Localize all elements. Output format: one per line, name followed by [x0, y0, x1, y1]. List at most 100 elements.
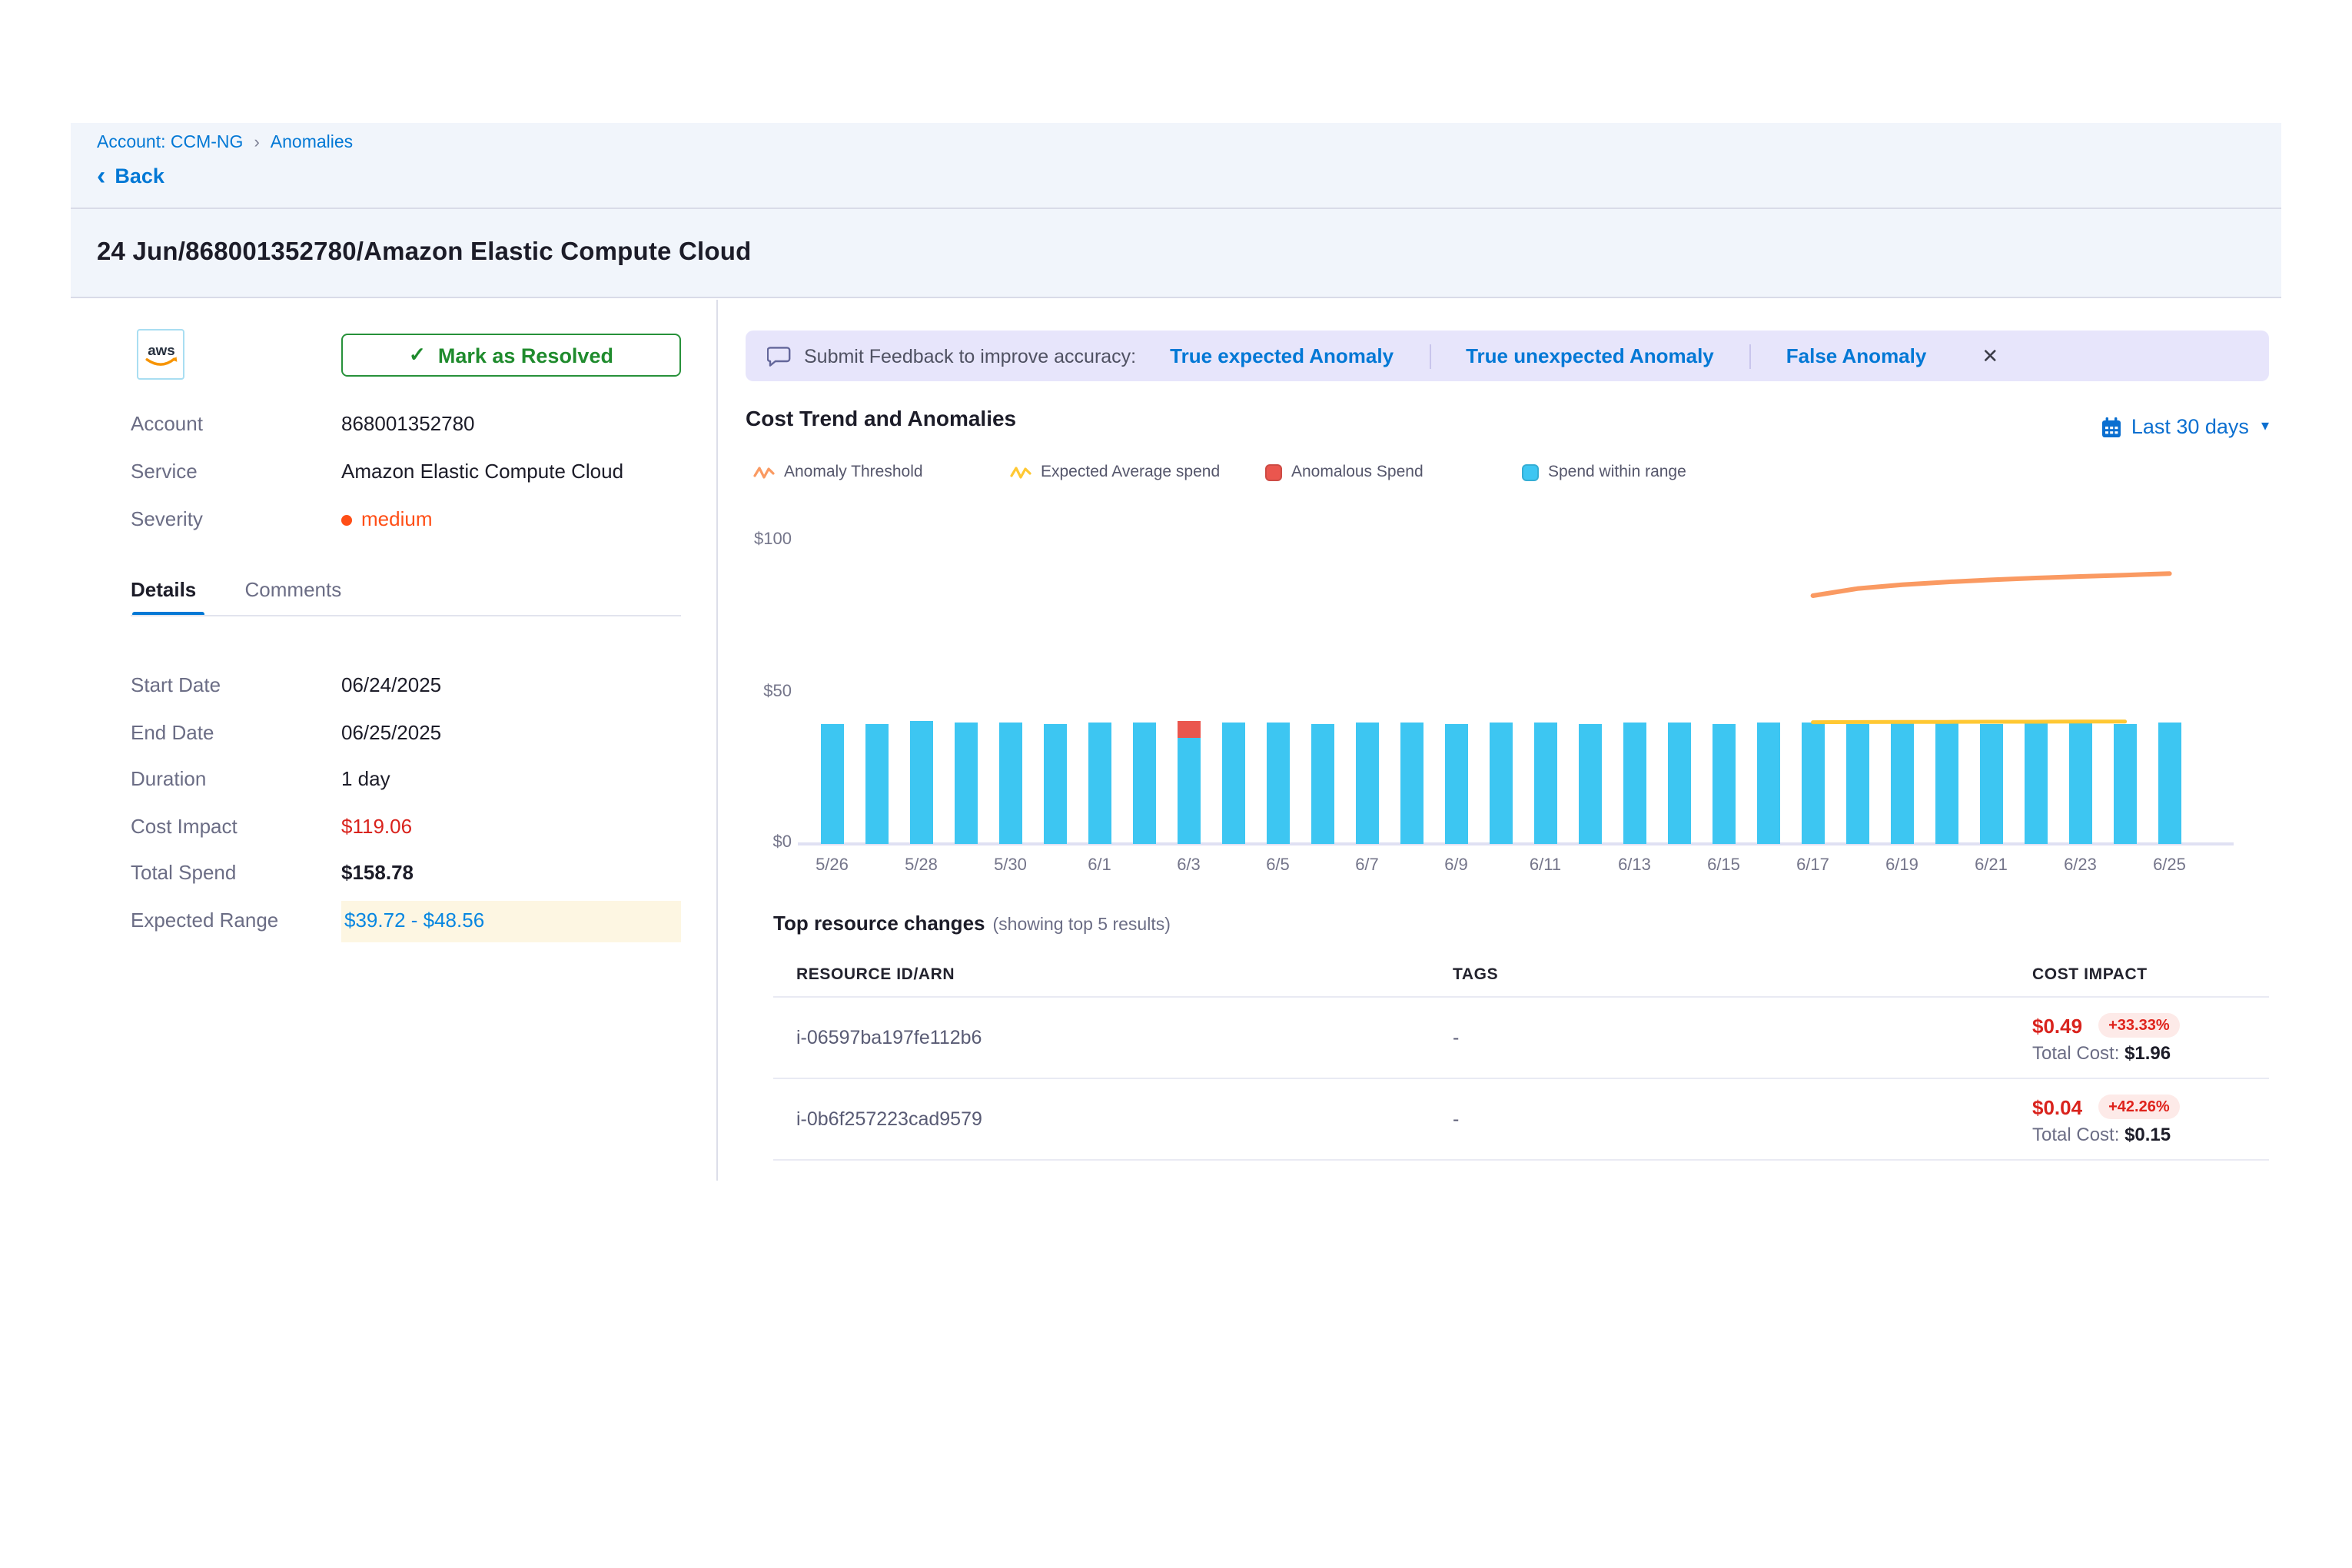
y-axis-label: $50	[699, 682, 792, 700]
total-cost-value: $1.96	[2124, 1042, 2171, 1064]
legend-label: Expected Average spend	[1041, 463, 1220, 481]
date-range-selector[interactable]: Last 30 days ▾	[2102, 415, 2269, 438]
feedback-options: True expected Anomaly True unexpected Ano…	[1170, 344, 1926, 368]
table-header-row: RESOURCE ID/ARN TAGS COST IMPACT	[773, 953, 2269, 998]
aws-provider-icon: aws	[137, 329, 184, 380]
total-spend-label: Total Spend	[131, 861, 341, 885]
severity-value: medium	[361, 507, 433, 532]
x-axis-label: 6/5	[1244, 856, 1312, 875]
end-date-label: End Date	[131, 720, 341, 745]
col-cost-impact: COST IMPACT	[2032, 965, 2269, 984]
x-axis-label: 6/17	[1779, 856, 1847, 875]
check-icon: ✓	[409, 343, 426, 367]
back-label: Back	[115, 164, 164, 188]
severity-dot-icon	[341, 514, 352, 525]
x-axis-label: 6/11	[1512, 856, 1580, 875]
cost-impact-line: $0.49+33.33%	[2032, 1013, 2269, 1038]
chart-legend: Anomaly Threshold Expected Average spend A…	[753, 463, 2275, 484]
severity-label: Severity	[131, 507, 341, 532]
y-axis-label: $0	[699, 833, 792, 852]
start-date-row: Start Date 06/24/2025	[131, 673, 681, 698]
breadcrumb-separator-icon: ›	[254, 132, 259, 154]
account-row: Account 868001352780	[131, 412, 681, 437]
expected-range-row: Expected Range $39.72 - $48.56	[131, 908, 681, 942]
x-axis-label: 5/26	[799, 856, 866, 875]
severity-row: Severity medium	[131, 507, 681, 532]
resource-id: i-0b6f257223cad9579	[796, 1108, 1453, 1130]
total-spend-value: $158.78	[341, 861, 414, 885]
cost-impact-row: Cost Impact $119.06	[131, 814, 681, 839]
expected-average-line	[1813, 722, 2125, 723]
resources-title-text: Top resource changes	[773, 912, 985, 935]
x-axis-label: 6/15	[1690, 856, 1758, 875]
breadcrumb-anomalies-link[interactable]: Anomalies	[271, 132, 353, 154]
trend-lines	[821, 541, 2181, 844]
end-date-row: End Date 06/25/2025	[131, 720, 681, 745]
legend-label: Anomaly Threshold	[784, 463, 923, 481]
service-row: Service Amazon Elastic Compute Cloud	[131, 460, 681, 484]
x-axis-label: 6/21	[1958, 856, 2025, 875]
x-axis-label: 6/1	[1066, 856, 1134, 875]
cost-trend-chart: 5/265/285/306/16/36/56/76/96/116/136/156…	[821, 541, 2181, 844]
feedback-option-divider	[1749, 344, 1751, 368]
feedback-prompt: Submit Feedback to improve accuracy:	[804, 345, 1136, 367]
table-row: i-06597ba197fe112b6-$0.49+33.33%Total Co…	[773, 998, 2269, 1079]
cost-impact-value: $0.49	[2032, 1014, 2082, 1037]
legend-item-1: Anomaly Threshold	[753, 463, 923, 481]
duration-value: 1 day	[341, 767, 390, 792]
y-axis-label: $100	[699, 530, 792, 549]
feedback-option-3[interactable]: False Anomaly	[1786, 344, 1927, 367]
breadcrumb: Account: CCM-NG › Anomalies	[97, 132, 2281, 154]
back-button[interactable]: ‹ Back	[97, 164, 2281, 188]
x-axis-label: 6/23	[2047, 856, 2114, 875]
svg-text:aws: aws	[147, 341, 174, 357]
total-cost-value: $0.15	[2124, 1124, 2171, 1145]
feedback-option-1[interactable]: True expected Anomaly	[1170, 344, 1394, 367]
expected-range-value: $39.72 - $48.56	[341, 900, 681, 942]
cost-impact-percent-badge: +42.26%	[2098, 1095, 2181, 1119]
anomaly-threshold-line	[1813, 573, 2170, 596]
x-axis-label: 6/25	[2136, 856, 2204, 875]
legend-item-3: Anomalous Spend	[1265, 463, 1423, 481]
anomaly-detail-page: Account: CCM-NG › Anomalies ‹ Back 24 Ju…	[0, 0, 2352, 1568]
duration-row: Duration 1 day	[131, 767, 681, 792]
legend-label: Anomalous Spend	[1291, 463, 1423, 481]
resolve-label: Mark as Resolved	[438, 344, 613, 367]
zigzag-line-icon	[1010, 463, 1031, 480]
table-row: i-0b6f257223cad9579-$0.04+42.26%Total Co…	[773, 1079, 2269, 1161]
x-axis-label: 5/30	[977, 856, 1045, 875]
feedback-banner: Submit Feedback to improve accuracy: Tru…	[746, 331, 2269, 381]
service-value: Amazon Elastic Compute Cloud	[341, 460, 623, 484]
chat-bubble-icon	[767, 345, 792, 367]
resource-id: i-06597ba197fe112b6	[796, 1027, 1453, 1048]
back-chevron-icon: ‹	[97, 165, 105, 187]
page-title: 24 Jun/868001352780/Amazon Elastic Compu…	[97, 238, 751, 267]
tab-comments[interactable]: Comments	[245, 578, 342, 601]
close-icon[interactable]: ✕	[1982, 344, 1998, 368]
account-label: Account	[131, 412, 341, 437]
x-axis-label: 6/19	[1869, 856, 1936, 875]
cost-impact-value: $0.04	[2032, 1095, 2082, 1118]
end-date-value: 06/25/2025	[341, 720, 441, 745]
breadcrumb-account-link[interactable]: Account: CCM-NG	[97, 132, 243, 154]
date-range-value: Last 30 days	[2131, 415, 2249, 438]
legend-item-2: Expected Average spend	[1010, 463, 1220, 481]
x-axis-label: 6/13	[1601, 856, 1669, 875]
zigzag-line-icon	[753, 463, 775, 480]
total-cost-line: Total Cost: $1.96	[2032, 1042, 2269, 1064]
legend-label: Spend within range	[1548, 463, 1686, 481]
feedback-option-2[interactable]: True unexpected Anomaly	[1466, 344, 1714, 367]
start-date-value: 06/24/2025	[341, 673, 441, 698]
resource-tags: -	[1453, 1108, 2032, 1130]
col-resource-id: RESOURCE ID/ARN	[796, 965, 1453, 984]
caret-down-icon: ▾	[2261, 418, 2269, 435]
x-axis-label: 6/3	[1155, 856, 1223, 875]
tab-details[interactable]: Details	[131, 578, 196, 601]
legend-item-4: Spend within range	[1522, 463, 1686, 481]
resources-subtitle: (showing top 5 results)	[993, 916, 1171, 935]
total-spend-row: Total Spend $158.78	[131, 861, 681, 885]
feedback-option-divider	[1429, 344, 1430, 368]
start-date-label: Start Date	[131, 673, 341, 698]
resources-table: RESOURCE ID/ARN TAGS COST IMPACT i-06597…	[773, 953, 2269, 1161]
mark-as-resolved-button[interactable]: ✓ Mark as Resolved	[341, 334, 681, 377]
